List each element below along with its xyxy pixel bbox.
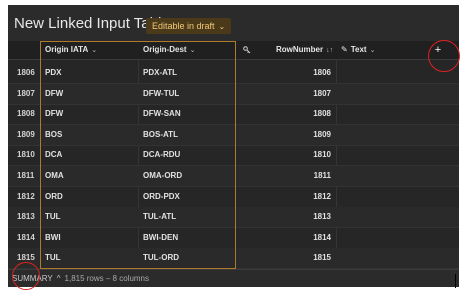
column-label: Origin IATA (45, 45, 89, 54)
row-column-count: 1,815 rows – 8 columns (64, 274, 150, 283)
rownumber-cell[interactable]: 1814 (313, 228, 331, 248)
pencil-icon: ✎ (341, 45, 348, 54)
badge-label: Editable in draft (152, 21, 215, 31)
origin-iata-cell[interactable]: TUL (45, 207, 61, 227)
origin-dest-cell[interactable]: DFW-TUL (143, 84, 179, 104)
summary-bar[interactable]: SUMMARY ^ 1,815 rows – 8 columns (8, 269, 459, 287)
origin-dest-cell[interactable]: DFW-SAN (143, 104, 181, 124)
rownumber-cell[interactable]: 1811 (314, 166, 331, 186)
origin-iata-cell[interactable]: DCA (45, 145, 62, 165)
table-row[interactable]: 1813 TUL TUL-ATL 1813 (8, 207, 459, 229)
origin-dest-cell[interactable]: TUL-ORD (143, 248, 179, 268)
row-number-cell[interactable]: 1812 (17, 187, 35, 207)
row-number-cell[interactable]: 1813 (17, 207, 35, 227)
column-header-text[interactable]: ✎ Text ⌄ (341, 41, 375, 59)
table-panel: New Linked Input Table Editable in draft… (8, 5, 459, 287)
table-row[interactable]: 1806 PDX PDX-ATL 1806 (8, 63, 459, 84)
row-number-cell[interactable]: 1811 (17, 166, 34, 186)
column-header-origin-iata[interactable]: Origin IATA ⌄ (45, 41, 97, 59)
table-row[interactable]: 1811 OMA OMA-ORD 1811 (8, 166, 459, 187)
origin-dest-cell[interactable]: PDX-ATL (143, 63, 177, 83)
table-row[interactable]: 1807 DFW DFW-TUL 1807 (8, 83, 459, 105)
table-row[interactable]: 1814 BWI BWI-DEN 1814 (8, 228, 459, 249)
chevron-down-icon[interactable]: ⌄ (190, 47, 196, 54)
origin-iata-cell[interactable]: DFW (45, 104, 63, 124)
origin-dest-cell[interactable]: BWI-DEN (143, 228, 178, 248)
origin-iata-cell[interactable]: PDX (45, 63, 61, 83)
origin-iata-cell[interactable]: ORD (45, 187, 63, 207)
row-number-cell[interactable]: 1807 (17, 84, 35, 104)
rownumber-cell[interactable]: 1812 (313, 187, 331, 207)
origin-dest-cell[interactable]: OMA-ORD (143, 166, 182, 186)
rownumber-cell[interactable]: 1807 (313, 84, 331, 104)
rownumber-cell[interactable]: 1813 (313, 207, 331, 227)
origin-dest-cell[interactable]: DCA-RDU (143, 145, 180, 165)
origin-iata-cell[interactable]: BOS (45, 125, 62, 145)
column-label: RowNumber (276, 45, 324, 54)
origin-iata-cell[interactable]: OMA (45, 166, 64, 186)
chevron-up-icon[interactable]: ^ (57, 274, 61, 283)
table-row[interactable]: 1808 DFW DFW-SAN 1808 (8, 104, 459, 126)
table-row[interactable]: 1812 ORD ORD-PDX 1812 (8, 187, 459, 208)
column-label: Origin-Dest (143, 45, 187, 54)
column-header-rownumber[interactable]: RowNumber ↓↑ (276, 41, 333, 59)
rownumber-cell[interactable]: 1808 (313, 104, 331, 124)
row-number-cell[interactable]: 1815 (17, 248, 35, 268)
origin-iata-cell[interactable]: BWI (45, 228, 61, 248)
row-number-cell[interactable]: 1809 (17, 125, 35, 145)
chevron-down-icon[interactable]: ⌄ (91, 47, 97, 54)
table-row[interactable]: 1815 TUL TUL-ORD 1815 (8, 248, 459, 270)
title-bar: New Linked Input Table Editable in draft… (8, 5, 459, 41)
row-number-cell[interactable]: 1810 (17, 145, 35, 165)
summary-label: SUMMARY (12, 274, 53, 283)
column-header-origin-dest[interactable]: Origin-Dest ⌄ (143, 41, 195, 59)
origin-dest-cell[interactable]: ORD-PDX (143, 187, 180, 207)
origin-iata-cell[interactable]: DFW (45, 84, 63, 104)
column-label: Text (350, 45, 367, 54)
sort-icon[interactable]: ↓↑ (326, 47, 333, 54)
chevron-down-icon[interactable]: ⌄ (370, 47, 376, 54)
row-number-cell[interactable]: 1814 (17, 228, 35, 248)
summary-toggle[interactable]: SUMMARY ^ 1,815 rows – 8 columns (12, 270, 149, 287)
rownumber-cell[interactable]: 1809 (313, 125, 331, 145)
grid-header: Origin IATA ⌄ Origin-Dest ⌄ RowNumber ↓↑ ✎ T… (8, 41, 459, 60)
rownumber-cell[interactable]: 1815 (313, 248, 331, 268)
table-row[interactable]: 1810 DCA DCA-RDU 1810 (8, 145, 459, 167)
editable-draft-badge[interactable]: Editable in draft ⌄ (146, 18, 232, 34)
rownumber-cell[interactable]: 1810 (313, 145, 331, 165)
origin-dest-cell[interactable]: TUL-ATL (143, 207, 176, 227)
add-column-button[interactable]: + (431, 44, 445, 57)
chevron-down-icon: ⌄ (218, 22, 226, 31)
row-number-cell[interactable]: 1808 (17, 104, 35, 124)
rownumber-cell[interactable]: 1806 (313, 63, 331, 83)
data-grid: Origin IATA ⌄ Origin-Dest ⌄ RowNumber ↓↑ ✎ T… (8, 41, 459, 270)
origin-dest-cell[interactable]: BOS-ATL (143, 125, 178, 145)
key-icon (243, 41, 251, 59)
origin-iata-cell[interactable]: TUL (45, 248, 61, 268)
text-cursor (455, 274, 456, 288)
table-row[interactable]: 1809 BOS BOS-ATL 1809 (8, 124, 459, 146)
row-number-cell[interactable]: 1806 (17, 63, 35, 83)
